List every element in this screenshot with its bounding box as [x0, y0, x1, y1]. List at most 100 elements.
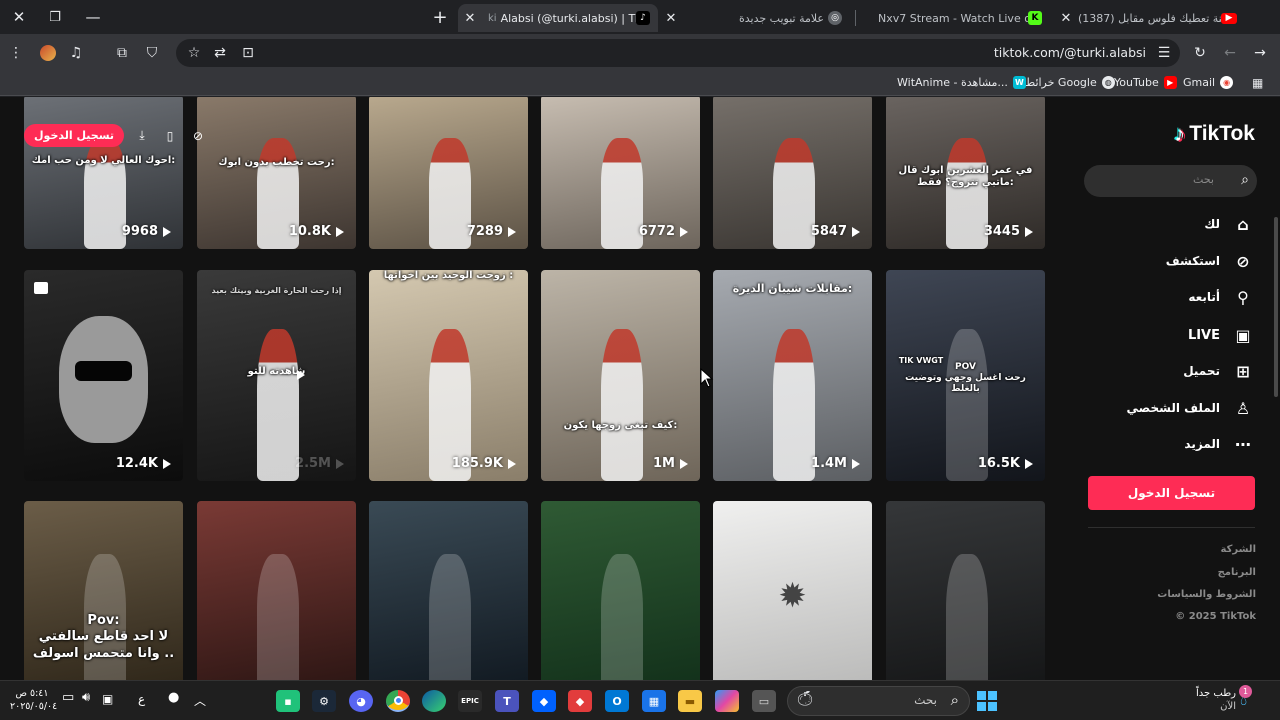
- bookmark-google-maps[interactable]: خرائط Google ◍: [1025, 76, 1115, 89]
- video-view-count: 10.8K: [289, 224, 344, 239]
- network-icon[interactable]: ▣: [102, 692, 113, 706]
- bookmark-witanime[interactable]: WitAnime - مشاهدة... W: [897, 76, 1026, 89]
- tab-youtube[interactable]: ✕ (1387) مكينة تعطيك فلوس مقابل... ▶: [1055, 4, 1245, 32]
- thumbnail-figure: [773, 329, 815, 481]
- weather-text: رطب جداً: [1196, 688, 1236, 699]
- video-caption: POV رحت اغسل وجهي وتوضيت بالغلط: [905, 362, 1026, 394]
- show-hidden-icons-icon[interactable]: ︿: [194, 692, 206, 709]
- video-card[interactable]: Pov: لا احد قاطع سالفتي وانا متحمس اسولف…: [24, 501, 183, 680]
- forward-icon[interactable]: →: [1248, 41, 1272, 65]
- tab-close-icon[interactable]: ✕: [663, 11, 679, 26]
- video-card[interactable]: مقابلات شيبان الديرة: 1.4M: [713, 270, 872, 481]
- nav-live[interactable]: LIVE ▣: [1188, 324, 1254, 346]
- bookmark-star-icon[interactable]: ☆: [182, 41, 206, 65]
- video-card[interactable]: إذا رحت الحارة الغربية وبيتك بعيد شاهدته …: [197, 270, 356, 481]
- battery-icon[interactable]: ▭: [62, 690, 74, 705]
- video-card[interactable]: [886, 501, 1045, 680]
- tab-tiktok[interactable]: ✕ ki Alabsi (@turki.alabsi) | TikTok ♪: [458, 4, 658, 32]
- nav-following[interactable]: أتابعه ⚲: [1188, 286, 1254, 308]
- translate-icon[interactable]: ⇄: [208, 41, 232, 65]
- video-card[interactable]: 5847: [713, 97, 872, 249]
- address-bar[interactable]: ☆ ⇄ ⊡ tiktok.com/@turki.alabsi ☰: [176, 39, 1180, 67]
- search-icon[interactable]: ⌕: [1241, 172, 1249, 188]
- media-controls-icon[interactable]: ♫: [64, 41, 88, 65]
- chrome-icon[interactable]: [386, 690, 410, 712]
- language-indicator[interactable]: ع: [138, 692, 145, 706]
- download-icon[interactable]: ⤓: [132, 126, 152, 146]
- more-icon: ⋯: [1235, 434, 1251, 454]
- view-count-text: 1M: [653, 456, 675, 471]
- compass-icon[interactable]: ⊘: [188, 126, 208, 146]
- video-card[interactable]: زوجت الوحيد بين اخواتها : 185.9K: [369, 270, 528, 481]
- install-app-icon[interactable]: ⊡: [236, 41, 260, 65]
- window-restore-button[interactable]: ❐: [36, 0, 74, 34]
- sidebar-login-button[interactable]: تسجيل الدخول: [1088, 476, 1255, 510]
- window-minimize-button[interactable]: —: [74, 0, 112, 34]
- outlook-icon[interactable]: O: [605, 690, 629, 712]
- copilot-icon[interactable]: [715, 690, 739, 712]
- start-windows-icon[interactable]: [976, 690, 998, 712]
- footer-company-link[interactable]: الشركة: [1221, 544, 1256, 555]
- thumbnail-figure: [429, 554, 471, 680]
- video-card[interactable]: 7289: [369, 97, 528, 249]
- new-tab-button[interactable]: +: [421, 0, 459, 34]
- youtube-icon: ▶: [1221, 12, 1237, 24]
- back-icon[interactable]: ←: [1218, 41, 1242, 65]
- nav-for-you[interactable]: لك ⌂: [1204, 213, 1254, 235]
- bookmark-gmail[interactable]: Gmail ◉: [1183, 76, 1234, 89]
- view-count-text: 1.4M: [811, 456, 847, 471]
- video-card[interactable]: 12.4K: [24, 270, 183, 481]
- all-bookmarks-icon[interactable]: ▦: [1252, 76, 1263, 90]
- nav-explore[interactable]: استكشف ⊘: [1166, 250, 1254, 272]
- app-android-icon[interactable]: ▪: [276, 690, 300, 712]
- profile-avatar[interactable]: [36, 41, 60, 65]
- video-card[interactable]: ✹: [713, 501, 872, 680]
- footer-terms-link[interactable]: الشروط والسياسات: [1157, 589, 1256, 600]
- reload-icon[interactable]: ↻: [1188, 41, 1212, 65]
- file-explorer-icon[interactable]: ▬: [678, 690, 702, 712]
- video-card[interactable]: رحت تخطب بدون ابوك: 10.8K: [197, 97, 356, 249]
- teams-icon[interactable]: T: [495, 690, 519, 712]
- video-card[interactable]: احوك العالي لا ومن حب امك: 9968: [24, 97, 183, 249]
- page-scrollbar[interactable]: [1274, 217, 1278, 397]
- tiktok-logo[interactable]: ♪ TikTok: [1174, 121, 1255, 147]
- mobile-icon[interactable]: ▯: [160, 126, 180, 146]
- floating-login-button[interactable]: تسجيل الدخول: [24, 124, 125, 147]
- app-window-icon[interactable]: ▭: [752, 690, 776, 712]
- url-text[interactable]: tiktok.com/@turki.alabsi: [994, 45, 1146, 60]
- shield-extension-icon[interactable]: ⛉: [140, 41, 164, 65]
- footer-program-link[interactable]: البرنامج: [1218, 567, 1256, 578]
- nav-more[interactable]: المزيد ⋯: [1184, 433, 1254, 455]
- microphone-icon[interactable]: ●: [168, 690, 179, 705]
- video-card[interactable]: [197, 501, 356, 680]
- discord-icon[interactable]: ◕: [349, 690, 373, 712]
- tab-close-icon[interactable]: ✕: [1058, 11, 1074, 26]
- tab-new-tab[interactable]: ✕ علامة تبويب جديدة ◎: [660, 4, 850, 32]
- weather-widget[interactable]: رطب جداً الآن: [1186, 687, 1236, 713]
- search-input[interactable]: بحث ⌕: [1084, 165, 1257, 197]
- video-card[interactable]: TIK VWGT POV رحت اغسل وجهي وتوضيت بالغلط 1…: [886, 270, 1045, 481]
- nav-profile[interactable]: الملف الشخصي ♙: [1127, 397, 1254, 419]
- site-info-icon[interactable]: ☰: [1152, 41, 1176, 65]
- nav-upload[interactable]: تحميل ⊞: [1183, 360, 1254, 382]
- anydesk-icon[interactable]: ◆: [568, 690, 592, 712]
- tab-close-icon[interactable]: ✕: [462, 11, 478, 26]
- dropbox-icon[interactable]: ◆: [532, 690, 556, 712]
- tab-kick[interactable]: Nxv7 Stream - Watch Live on Ki K: [858, 4, 1048, 32]
- video-card[interactable]: [369, 501, 528, 680]
- store-icon[interactable]: ▦: [642, 690, 666, 712]
- extensions-icon[interactable]: ⧉: [110, 41, 134, 65]
- window-close-button[interactable]: ✕: [0, 0, 38, 34]
- menu-kebab-icon[interactable]: ⋮: [4, 41, 28, 65]
- video-card[interactable]: في عمر العشرين ابوك قال ماتبي تتزوج؟ فقط…: [886, 97, 1045, 249]
- edge-icon[interactable]: [422, 690, 446, 712]
- video-card[interactable]: كيف تبغى زوجها يكون: 1M: [541, 270, 700, 481]
- epic-games-icon[interactable]: EPIC: [458, 690, 482, 712]
- taskbar-clock[interactable]: ٥:٤١ ص ٢٠٢٥/٠٥/٠٤: [10, 687, 57, 713]
- video-card[interactable]: 6772: [541, 97, 700, 249]
- taskbar-search-input[interactable]: 🍊︎ بحث ⌕: [787, 686, 970, 716]
- volume-icon[interactable]: 🔊︎: [82, 690, 90, 705]
- steam-icon[interactable]: ⚙: [312, 690, 336, 712]
- video-card[interactable]: [541, 501, 700, 680]
- bookmark-youtube[interactable]: YouTube ▶: [1114, 76, 1177, 89]
